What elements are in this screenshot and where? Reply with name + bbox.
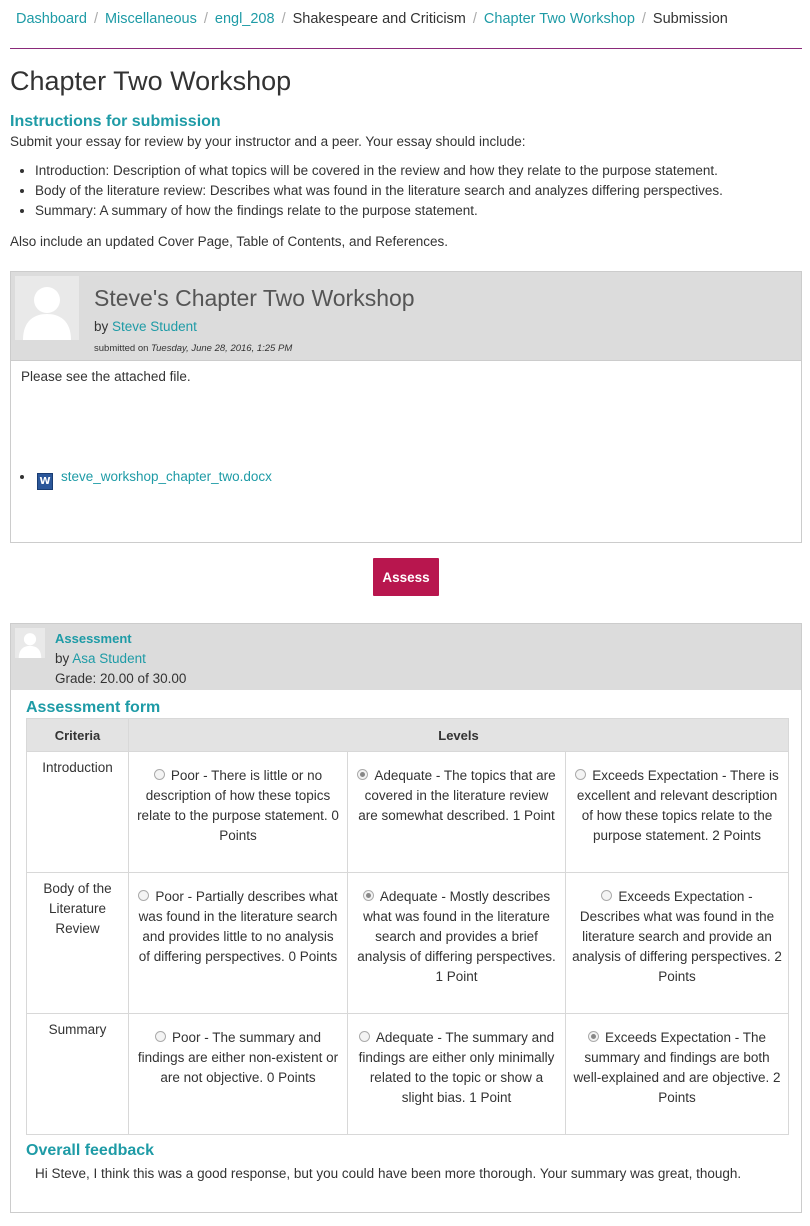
criterion-label: Introduction xyxy=(26,751,129,873)
instructions-outro: Also include an updated Cover Page, Tabl… xyxy=(10,234,449,249)
rubric-table: Criteria Levels Introduction Poor - Ther… xyxy=(26,718,790,1135)
radio-button[interactable] xyxy=(357,769,369,780)
level-text: Exceeds Expectation - The summary and fi… xyxy=(573,1030,781,1105)
submission-header: Steve's Chapter Two Workshop by Steve St… xyxy=(11,272,801,361)
level-text: Adequate - The summary and findings are … xyxy=(358,1030,555,1105)
assessor-link[interactable]: Asa Student xyxy=(72,651,146,666)
radio-button[interactable] xyxy=(575,769,587,780)
submission-panel: Steve's Chapter Two Workshop by Steve St… xyxy=(10,271,802,543)
by-label: by xyxy=(55,651,70,666)
breadcrumb-section: Shakespeare and Criticism xyxy=(292,11,466,27)
attachment-list: Wsteve_workshop_chapter_two.docx xyxy=(23,468,272,490)
word-doc-icon: W xyxy=(37,473,53,490)
instructions-list: Introduction: Description of what topics… xyxy=(10,161,723,221)
rubric-level[interactable]: Adequate - The topics that are covered i… xyxy=(347,751,566,873)
level-text: Adequate - The topics that are covered i… xyxy=(358,768,556,823)
level-text: Poor - Partially describes what was foun… xyxy=(138,889,338,964)
radio-button[interactable] xyxy=(138,890,150,901)
breadcrumb: Dashboard / Miscellaneous / engl_208 / Shakesp… xyxy=(16,10,802,28)
attachment-item: Wsteve_workshop_chapter_two.docx xyxy=(35,468,272,490)
submission-author-line: by Steve Student xyxy=(94,319,197,334)
assessment-grade: Grade: 20.00 of 30.00 xyxy=(55,671,187,686)
attachment-link[interactable]: steve_workshop_chapter_two.docx xyxy=(61,469,272,484)
assessment-panel: Assessment by Asa Student Grade: 20.00 o… xyxy=(10,623,802,1213)
by-label: by xyxy=(94,319,109,334)
submission-date-line: submitted on Tuesday, June 28, 2016, 1:2… xyxy=(94,343,292,354)
rubric-level[interactable]: Adequate - The summary and findings are … xyxy=(347,1013,566,1135)
assessor-line: by Asa Student xyxy=(55,651,146,666)
rubric-level[interactable]: Poor - Partially describes what was foun… xyxy=(128,872,348,1014)
breadcrumb-course[interactable]: engl_208 xyxy=(215,11,275,27)
rubric-level[interactable]: Exceeds Expectation - The summary and fi… xyxy=(564,1013,790,1135)
breadcrumb-separator: / xyxy=(93,11,98,27)
submitted-label: submitted on xyxy=(94,343,149,354)
submission-body: Please see the attached file. xyxy=(21,369,191,384)
criterion-label: Body of the Literature Review xyxy=(26,872,129,1014)
instructions-item: Body of the literature review: Describes… xyxy=(35,181,723,201)
radio-button[interactable] xyxy=(362,890,374,901)
breadcrumb-dashboard[interactable]: Dashboard xyxy=(16,11,87,27)
assessment-form-heading: Assessment form xyxy=(26,699,161,716)
user-silhouette-icon xyxy=(18,633,42,658)
level-text: Exceeds Expectation - There is excellent… xyxy=(576,768,779,843)
breadcrumb-miscellaneous[interactable]: Miscellaneous xyxy=(105,11,197,27)
instructions-intro: Submit your essay for review by your ins… xyxy=(10,134,526,149)
radio-button[interactable] xyxy=(601,890,613,901)
breadcrumb-divider xyxy=(10,48,802,49)
rubric-level[interactable]: Exceeds Expectation - Describes what was… xyxy=(564,872,790,1014)
criteria-column-header: Criteria xyxy=(26,718,129,752)
instructions-heading: Instructions for submission xyxy=(10,113,221,130)
radio-button[interactable] xyxy=(154,1031,166,1042)
submission-author-link[interactable]: Steve Student xyxy=(112,319,197,334)
instructions-item: Introduction: Description of what topics… xyxy=(35,161,723,181)
breadcrumb-separator: / xyxy=(641,11,646,27)
instructions-item: Summary: A summary of how the findings r… xyxy=(35,201,723,221)
breadcrumb-current: Submission xyxy=(652,11,728,27)
level-text: Poor - The summary and findings are eith… xyxy=(137,1030,339,1085)
overall-feedback-heading: Overall feedback xyxy=(26,1142,155,1159)
breadcrumb-workshop[interactable]: Chapter Two Workshop xyxy=(484,11,635,27)
criterion-label: Summary xyxy=(26,1013,129,1135)
rubric-level[interactable]: Poor - There is little or no description… xyxy=(128,751,348,873)
avatar[interactable] xyxy=(15,276,79,340)
rubric-level[interactable]: Exceeds Expectation - There is excellent… xyxy=(564,751,790,873)
user-silhouette-icon xyxy=(23,287,71,340)
assess-button[interactable]: Assess xyxy=(373,558,439,596)
submitted-date: Tuesday, June 28, 2016, 1:25 PM xyxy=(151,343,293,354)
rubric-row: Body of the Literature Review Poor - Par… xyxy=(26,872,790,1014)
level-text: Adequate - Mostly describes what was fou… xyxy=(357,889,556,984)
assessment-title: Assessment xyxy=(55,631,132,646)
breadcrumb-separator: / xyxy=(203,11,208,27)
radio-button[interactable] xyxy=(587,1031,599,1042)
overall-feedback-text: Hi Steve, I think this was a good respon… xyxy=(35,1166,742,1181)
rubric-row: Introduction Poor - There is little or n… xyxy=(26,751,790,873)
breadcrumb-separator: / xyxy=(281,11,286,27)
submission-title: Steve's Chapter Two Workshop xyxy=(94,285,415,311)
assessment-header: Assessment by Asa Student Grade: 20.00 o… xyxy=(11,624,801,690)
radio-button[interactable] xyxy=(358,1031,370,1042)
rubric-level[interactable]: Adequate - Mostly describes what was fou… xyxy=(347,872,566,1014)
assessor-avatar[interactable] xyxy=(15,628,45,658)
rubric-row: Summary Poor - The summary and findings … xyxy=(26,1013,790,1135)
rubric-header-row: Criteria Levels xyxy=(26,718,790,752)
level-text: Exceeds Expectation - Describes what was… xyxy=(572,889,782,984)
page-title: Chapter Two Workshop xyxy=(10,66,292,96)
levels-column-header: Levels xyxy=(127,718,790,752)
radio-button[interactable] xyxy=(153,769,165,780)
breadcrumb-separator: / xyxy=(472,11,477,27)
rubric-level[interactable]: Poor - The summary and findings are eith… xyxy=(128,1013,348,1135)
level-text: Poor - There is little or no description… xyxy=(137,768,339,843)
